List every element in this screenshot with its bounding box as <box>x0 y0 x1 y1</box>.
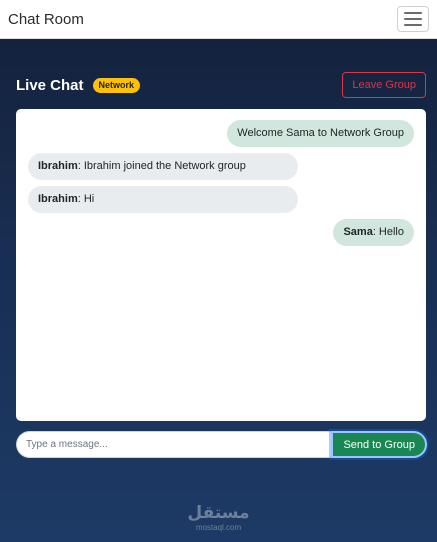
watermark: مستقل mostaql.com <box>0 503 437 533</box>
message-text: : Hi <box>77 193 95 205</box>
navbar: Chat Room <box>0 0 437 39</box>
page-title: Live Chat <box>16 76 84 94</box>
watermark-site: mostaql.com <box>195 523 242 532</box>
navbar-brand[interactable]: Chat Room <box>8 11 84 28</box>
message-text: Welcome Sama to Network Group <box>237 127 404 139</box>
message-sender: Sama <box>343 226 373 238</box>
message-bubble-incoming: Ibrahim: Ibrahim joined the Network grou… <box>28 153 298 181</box>
message-text: : Ibrahim joined the Network group <box>77 160 246 172</box>
message-bubble-outgoing: Sama: Hello <box>333 219 414 247</box>
group-badge: Network <box>92 77 141 93</box>
message-composer: Send to Group <box>16 431 427 458</box>
message-bubble-outgoing: Welcome Sama to Network Group <box>227 120 414 148</box>
message-sender: Ibrahim <box>38 160 78 172</box>
watermark-logo: مستقل <box>187 503 250 523</box>
toggler-bar <box>404 24 422 26</box>
toggler-bar <box>404 12 422 14</box>
message-bubble-incoming: Ibrahim: Hi <box>28 186 298 214</box>
message-input[interactable] <box>16 431 332 458</box>
toggler-bar <box>404 18 422 20</box>
hamburger-menu-icon[interactable] <box>397 6 429 32</box>
chat-messages-box[interactable]: Welcome Sama to Network Group Ibrahim: I… <box>16 109 426 421</box>
message-sender: Ibrahim <box>38 193 78 205</box>
chat-header: Live Chat Network Leave Group <box>16 72 426 98</box>
send-to-group-button[interactable]: Send to Group <box>331 431 427 458</box>
chat-title-group: Live Chat Network <box>16 76 141 94</box>
message-text: : Hello <box>372 226 404 238</box>
leave-group-button[interactable]: Leave Group <box>342 72 426 98</box>
